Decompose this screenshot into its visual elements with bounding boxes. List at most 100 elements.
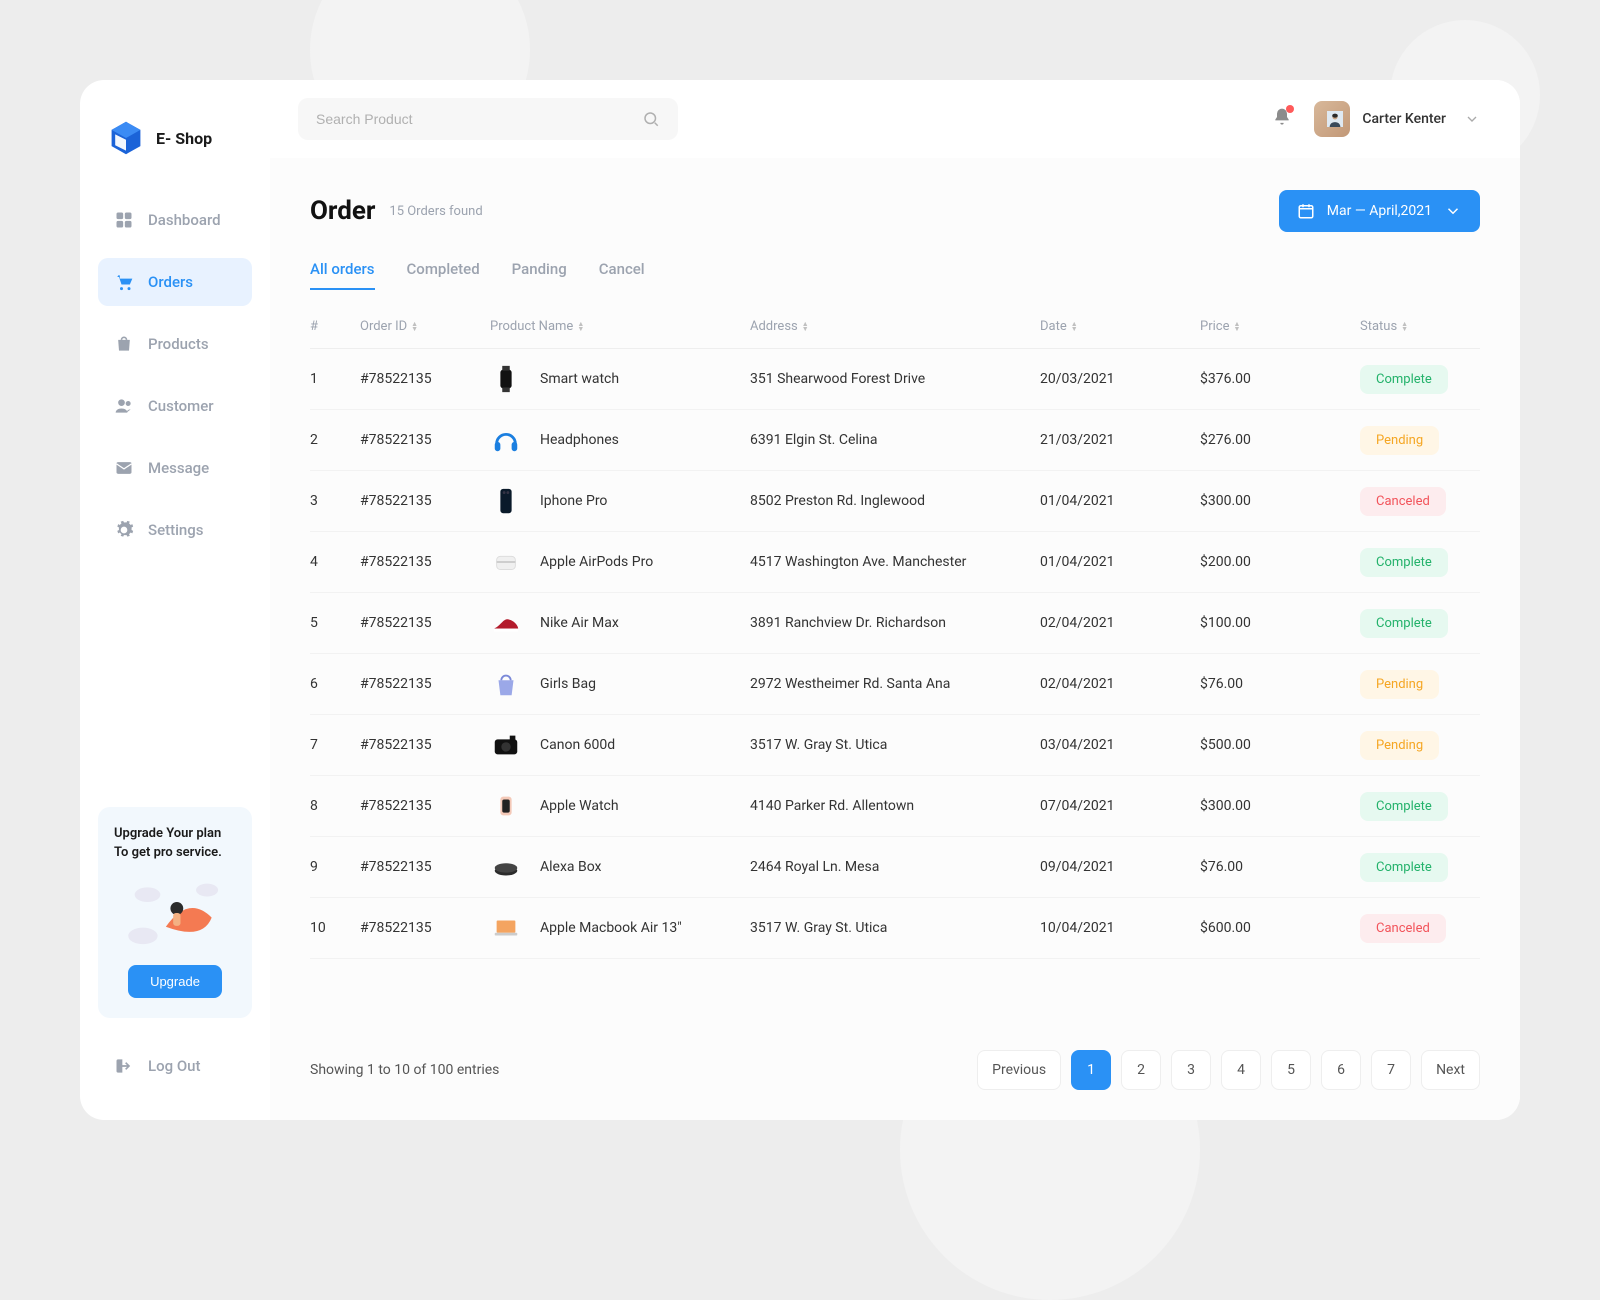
orders-table: # Order ID▲▼ Product Name▲▼ Address▲▼ Da… — [310, 305, 1480, 1030]
col-address[interactable]: Address▲▼ — [750, 319, 1040, 334]
table-row[interactable]: 4#78522135Apple AirPods Pro4517 Washingt… — [310, 532, 1480, 593]
status-badge: Complete — [1360, 365, 1448, 394]
status-badge: Complete — [1360, 853, 1448, 882]
cell-status: Pending — [1360, 731, 1480, 760]
sidebar-item-dashboard[interactable]: Dashboard — [98, 196, 252, 244]
tab-completed[interactable]: Completed — [407, 260, 480, 290]
table-row[interactable]: 5#78522135Nike Air Max3891 Ranchview Dr.… — [310, 593, 1480, 654]
cell-num: 2 — [310, 432, 360, 448]
cell-date: 20/03/2021 — [1040, 371, 1200, 387]
table-row[interactable]: 7#78522135Canon 600d3517 W. Gray St. Uti… — [310, 715, 1480, 776]
page-header: Order 15 Orders found Mar — April,2021 — [310, 190, 1480, 232]
table-row[interactable]: 3#78522135Iphone Pro8502 Preston Rd. Ing… — [310, 471, 1480, 532]
sidebar-item-label: Settings — [148, 521, 204, 539]
bag-icon — [114, 334, 134, 354]
grid-icon — [114, 210, 134, 230]
page-title: Order — [310, 196, 375, 226]
status-badge: Pending — [1360, 731, 1439, 760]
pagination-page[interactable]: 3 — [1171, 1050, 1211, 1090]
status-badge: Complete — [1360, 609, 1448, 638]
cell-product: Alexa Box — [490, 851, 750, 883]
cell-status: Complete — [1360, 792, 1480, 821]
notifications-button[interactable] — [1272, 107, 1292, 131]
cell-order-id: #78522135 — [360, 676, 490, 692]
sort-icon: ▲▼ — [1401, 322, 1408, 332]
sidebar-item-label: Orders — [148, 273, 193, 291]
cell-status: Canceled — [1360, 487, 1480, 516]
col-order-id[interactable]: Order ID▲▼ — [360, 319, 490, 334]
status-badge: Complete — [1360, 792, 1448, 821]
pagination-page[interactable]: 5 — [1271, 1050, 1311, 1090]
status-badge: Pending — [1360, 670, 1439, 699]
product-thumb-icon — [490, 668, 522, 700]
col-price[interactable]: Price▲▼ — [1200, 319, 1360, 334]
table-header: # Order ID▲▼ Product Name▲▼ Address▲▼ Da… — [310, 305, 1480, 349]
cell-num: 8 — [310, 798, 360, 814]
cell-price: $300.00 — [1200, 493, 1360, 509]
cell-status: Pending — [1360, 670, 1480, 699]
upgrade-button[interactable]: Upgrade — [128, 965, 222, 998]
pagination-page[interactable]: 4 — [1221, 1050, 1261, 1090]
pagination-page[interactable]: 7 — [1371, 1050, 1411, 1090]
pagination-page[interactable]: 1 — [1071, 1050, 1111, 1090]
product-thumb-icon — [490, 363, 522, 395]
cell-num: 4 — [310, 554, 360, 570]
cell-order-id: #78522135 — [360, 493, 490, 509]
logo-icon — [108, 120, 144, 156]
product-thumb-icon — [490, 485, 522, 517]
logout-label: Log Out — [148, 1057, 201, 1075]
user-menu[interactable]: Carter Kenter — [1314, 101, 1480, 137]
cell-price: $200.00 — [1200, 554, 1360, 570]
cell-product: Apple AirPods Pro — [490, 546, 750, 578]
sidebar-item-products[interactable]: Products — [98, 320, 252, 368]
sidebar-item-customer[interactable]: Customer — [98, 382, 252, 430]
sort-icon: ▲▼ — [1233, 322, 1240, 332]
cell-address: 3891 Ranchview Dr. Richardson — [750, 615, 1040, 631]
date-range-picker[interactable]: Mar — April,2021 — [1279, 190, 1480, 232]
status-badge: Canceled — [1360, 487, 1446, 516]
cell-order-id: #78522135 — [360, 920, 490, 936]
col-num[interactable]: # — [310, 319, 360, 334]
search-box[interactable] — [298, 98, 678, 140]
sidebar-item-settings[interactable]: Settings — [98, 506, 252, 554]
cell-price: $276.00 — [1200, 432, 1360, 448]
cell-num: 3 — [310, 493, 360, 509]
sidebar-item-orders[interactable]: Orders — [98, 258, 252, 306]
user-name: Carter Kenter — [1362, 111, 1446, 127]
col-status[interactable]: Status▲▼ — [1360, 319, 1480, 334]
nav: Dashboard Orders Products Customer Messa… — [98, 196, 252, 554]
pagination-page[interactable]: 6 — [1321, 1050, 1361, 1090]
cell-address: 8502 Preston Rd. Inglewood — [750, 493, 1040, 509]
cell-order-id: #78522135 — [360, 737, 490, 753]
logo[interactable]: E- Shop — [98, 120, 252, 156]
table-row[interactable]: 10#78522135Apple Macbook Air 13"3517 W. … — [310, 898, 1480, 959]
tab-all-orders[interactable]: All orders — [310, 260, 375, 290]
tab-pending[interactable]: Panding — [512, 260, 567, 290]
table-row[interactable]: 1#78522135Smart watch351 Shearwood Fores… — [310, 349, 1480, 410]
sidebar-item-message[interactable]: Message — [98, 444, 252, 492]
logout[interactable]: Log Out — [98, 1042, 252, 1090]
cell-num: 10 — [310, 920, 360, 936]
sort-icon: ▲▼ — [1071, 322, 1078, 332]
pagination-page[interactable]: 2 — [1121, 1050, 1161, 1090]
cell-price: $300.00 — [1200, 798, 1360, 814]
pagination-next[interactable]: Next — [1421, 1050, 1480, 1090]
table-row[interactable]: 8#78522135Apple Watch4140 Parker Rd. All… — [310, 776, 1480, 837]
col-product[interactable]: Product Name▲▼ — [490, 319, 750, 334]
sidebar-item-label: Products — [148, 335, 209, 353]
brand-name: E- Shop — [156, 129, 212, 148]
cell-address: 6391 Elgin St. Celina — [750, 432, 1040, 448]
cell-num: 9 — [310, 859, 360, 875]
cell-status: Complete — [1360, 853, 1480, 882]
table-row[interactable]: 9#78522135Alexa Box2464 Royal Ln. Mesa09… — [310, 837, 1480, 898]
table-row[interactable]: 6#78522135Girls Bag2972 Westheimer Rd. S… — [310, 654, 1480, 715]
cell-date: 10/04/2021 — [1040, 920, 1200, 936]
table-row[interactable]: 2#78522135Headphones6391 Elgin St. Celin… — [310, 410, 1480, 471]
col-date[interactable]: Date▲▼ — [1040, 319, 1200, 334]
tab-cancel[interactable]: Cancel — [599, 260, 645, 290]
pagination-prev[interactable]: Previous — [977, 1050, 1061, 1090]
cell-status: Complete — [1360, 548, 1480, 577]
cell-order-id: #78522135 — [360, 615, 490, 631]
cell-price: $76.00 — [1200, 859, 1360, 875]
search-input[interactable] — [316, 111, 632, 127]
